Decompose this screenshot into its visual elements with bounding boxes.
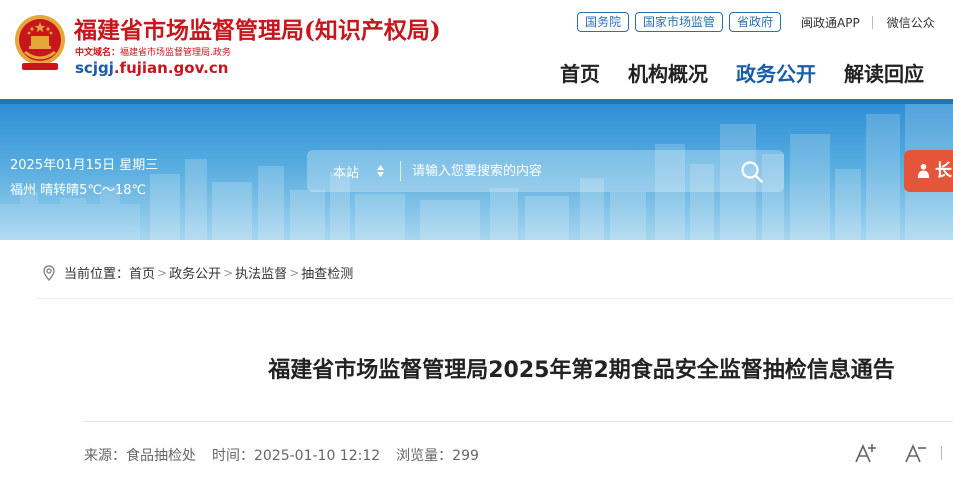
domain-prefix: scjgj — [75, 59, 114, 77]
search-bar: 本站 — [307, 150, 784, 192]
app-link[interactable]: 闽政通APP — [801, 14, 860, 31]
search-divider — [400, 161, 401, 181]
top-link-divider — [871, 15, 873, 29]
wechat-link[interactable]: 微信公众 — [887, 14, 935, 31]
person-icon — [917, 163, 930, 178]
article-time: 时间：2025-01-10 12:12 — [212, 448, 381, 464]
article-meta: 来源：食品抽检处 时间：2025-01-10 12:12 浏览量：299 — [84, 445, 495, 465]
breadcrumb-separator: > — [223, 265, 234, 280]
chinese-domain: 中文域名：福建省市场监督管理局.政务 — [75, 45, 231, 58]
banner: 2025年01月15日 星期三 福州 晴转晴5℃～18℃ 本站 长 — [0, 104, 953, 240]
weather-info: 福州 晴转晴5℃～18℃ — [10, 183, 147, 198]
breadcrumb-inspection[interactable]: 抽查检测 — [301, 263, 353, 282]
article-title: 福建省市场监督管理局2025年第2期食品安全监督抽检信息通告 — [268, 358, 895, 383]
site-header: 福建省市场监督管理局(知识产权局) 中文域名：福建省市场监督管理局.政务 scj… — [0, 0, 953, 100]
site-title[interactable]: 福建省市场监督管理局(知识产权局) — [74, 11, 441, 45]
nav-item-home[interactable]: 首页 — [560, 58, 600, 87]
current-date: 2025年01月15日 星期三 — [10, 158, 159, 173]
main-nav: 首页 机构概况 政务公开 解读回应 — [560, 58, 952, 87]
article-source: 来源：食品抽检处 — [84, 448, 196, 464]
national-emblem-icon[interactable] — [13, 12, 67, 72]
nav-item-about[interactable]: 机构概况 — [628, 58, 708, 87]
top-links: 国务院 国家市场监管 省政府 闽政通APP 微信公众 — [577, 12, 935, 32]
nav-item-interpretation[interactable]: 解读回应 — [844, 58, 924, 87]
nav-item-gov-affairs[interactable]: 政务公开 — [736, 58, 816, 87]
location-pin-icon — [43, 264, 55, 281]
font-size-divider — [941, 446, 942, 460]
top-link-state-council[interactable]: 国务院 — [577, 12, 630, 32]
title-divider — [83, 421, 953, 422]
breadcrumb-separator: > — [157, 265, 168, 280]
search-scope-select[interactable]: 本站 — [333, 162, 359, 181]
breadcrumb-home[interactable]: 首页 — [129, 263, 155, 282]
breadcrumb-separator: > — [289, 265, 300, 280]
breadcrumb-prefix: 当前位置： — [64, 267, 130, 282]
top-link-samr[interactable]: 国家市场监管 — [635, 12, 724, 32]
font-increase-icon[interactable] — [855, 441, 877, 465]
chinese-domain-value: 福建省市场监督管理局.政务 — [120, 48, 231, 58]
breadcrumb-divider — [36, 298, 953, 299]
domain-suffix: .fujian.gov.cn — [113, 59, 229, 77]
breadcrumb: 当前位置： 首页 > 政务公开 > 执法监督 > 抽查检测 — [41, 263, 353, 282]
site-domain: scjgj.fujian.gov.cn — [75, 59, 228, 77]
search-icon[interactable] — [740, 160, 764, 184]
elder-mode-label: 长 — [935, 161, 952, 181]
font-decrease-icon[interactable] — [905, 441, 927, 465]
search-input[interactable] — [412, 158, 732, 184]
chinese-domain-label: 中文域名： — [75, 48, 121, 58]
article-views: 浏览量：299 — [396, 448, 479, 464]
top-link-provincial-gov[interactable]: 省政府 — [729, 12, 782, 32]
elder-mode-button[interactable]: 长 — [904, 150, 953, 192]
breadcrumb-enforcement[interactable]: 执法监督 — [235, 263, 287, 282]
sort-arrows-icon[interactable] — [376, 163, 385, 179]
breadcrumb-gov-affairs[interactable]: 政务公开 — [169, 263, 221, 282]
